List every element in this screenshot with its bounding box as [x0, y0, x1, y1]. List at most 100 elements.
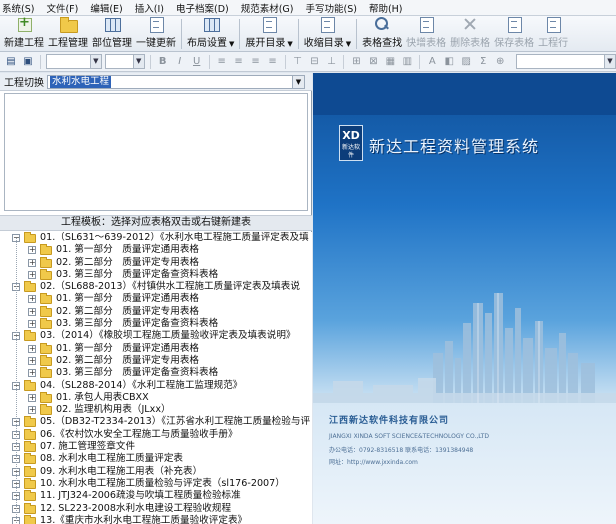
- italic-icon[interactable]: I: [173, 55, 187, 69]
- expand-toggle-icon[interactable]: +: [28, 369, 36, 378]
- menu-handwriting[interactable]: 手写功能(S): [300, 1, 363, 15]
- expand-toggle-icon[interactable]: +: [28, 246, 36, 255]
- tree-group-row[interactable]: −06.《农村饮水安全工程施工与质量验收手册》: [0, 428, 312, 441]
- table-search-button[interactable]: 表格查找: [360, 17, 404, 51]
- dept-manage-button[interactable]: 部位管理: [90, 17, 134, 51]
- menu-spec-material[interactable]: 规范素材(G): [235, 1, 300, 15]
- project-switch-select[interactable]: 水利水电工程 ▼: [47, 74, 305, 89]
- save-table-button[interactable]: 保存表格: [492, 17, 536, 51]
- expand-dir-button[interactable]: 展开目录 ▼: [243, 17, 294, 51]
- project-line-button[interactable]: 工程行: [536, 17, 570, 51]
- project-manage-button[interactable]: 工程管理: [46, 17, 90, 51]
- tree-item-row[interactable]: +01. 第一部分 质量评定通用表格: [0, 244, 312, 256]
- tree-item-row[interactable]: +02. 第二部分 质量评定专用表格: [0, 305, 312, 318]
- merge-cells-icon[interactable]: ⊞: [349, 55, 363, 69]
- tree-group-row[interactable]: −12. SL223-2008水利水电建设工程验收规程: [0, 502, 312, 515]
- valign-bottom-icon[interactable]: ⊥: [324, 55, 338, 69]
- tree-node-label: 02. 监理机构用表（JLxx）: [56, 404, 171, 416]
- align-center-icon[interactable]: ≡: [232, 55, 246, 69]
- tree-node-label: 05.（DB32-T2334-2013）《江苏省水利工程施工质量检验与评: [40, 416, 311, 428]
- tree-item-row[interactable]: +01. 承包人用表CBXX: [0, 391, 312, 404]
- tree-group-row[interactable]: −11. JTJ324-2006疏浚与吹填工程质量检验标准: [0, 490, 312, 502]
- collapse-dir-button[interactable]: 收缩目录 ▼: [302, 17, 353, 51]
- expand-toggle-icon[interactable]: +: [28, 393, 36, 402]
- expand-toggle-icon[interactable]: +: [28, 320, 36, 329]
- delete-table-button[interactable]: 删除表格: [448, 17, 492, 51]
- align-right-icon[interactable]: ≡: [249, 55, 263, 69]
- cell-format-icon[interactable]: ▥: [400, 55, 414, 69]
- tree-group-row[interactable]: −10. 水利水电工程施工质量检验与评定表（sl176-2007）: [0, 477, 312, 490]
- tree-item-row[interactable]: +02. 第二部分 质量评定专用表格: [0, 354, 312, 367]
- formula-icon[interactable]: Σ: [476, 55, 490, 69]
- tree-group-row[interactable]: −03.（2014）《橡胶坝工程施工质量验收评定表及填表说明》: [0, 330, 312, 342]
- folder-icon: [40, 318, 52, 330]
- tree-group-row[interactable]: −05.（DB32-T2334-2013）《江苏省水利工程施工质量检验与评: [0, 416, 312, 428]
- tree-group-row[interactable]: −02.（SL688-2013）《村镇供水工程施工质量评定表及填表说: [0, 281, 312, 293]
- new-project-button[interactable]: 新建工程: [2, 15, 46, 51]
- tree-item-row[interactable]: +02. 监理机构用表（JLxx）: [0, 404, 312, 416]
- font-color-icon[interactable]: A: [425, 55, 439, 69]
- zoom-icon[interactable]: ⊕: [493, 55, 507, 69]
- align-left-icon[interactable]: ≡: [215, 55, 229, 69]
- chevron-down-icon: ▼: [603, 55, 615, 68]
- border-icon[interactable]: ▦: [383, 55, 397, 69]
- folder-icon: [24, 379, 36, 391]
- menu-system[interactable]: 系统(S): [0, 1, 40, 15]
- tree-group-row[interactable]: −09. 水利水电工程施工用表（补充表）: [0, 465, 312, 478]
- folder-icon: [24, 502, 36, 514]
- tree-node-label: 03.（2014）《橡胶坝工程施工质量验收评定表及填表说明》: [40, 330, 296, 342]
- chevron-down-icon[interactable]: ▼: [292, 75, 304, 88]
- tree-item-row[interactable]: +03. 第三部分 质量评定备查资料表格: [0, 367, 312, 379]
- folder-icon: [40, 244, 52, 256]
- tree-item-row[interactable]: +03. 第三部分 质量评定备查资料表格: [0, 268, 312, 281]
- image-icon[interactable]: ▨: [459, 55, 473, 69]
- tree-group-row[interactable]: −04.（SL288-2014）《水利工程施工监理规范》: [0, 379, 312, 392]
- menu-bar: 系统(S) 文件(F) 编辑(E) 插入(I) 电子档案(D) 规范素材(G) …: [0, 0, 616, 16]
- expand-toggle-icon[interactable]: +: [28, 344, 36, 353]
- splash-panel: XD 新达软件 新达工程资料管理系统 江西新达软件科技有限公司 JIANGXI …: [313, 73, 616, 524]
- expand-toggle-icon[interactable]: +: [28, 258, 36, 267]
- fill-color-icon[interactable]: ◧: [442, 55, 456, 69]
- folder-icon: [40, 367, 52, 379]
- tree-item-row[interactable]: +01. 第一部分 质量评定通用表格: [0, 293, 312, 305]
- tree-group-row[interactable]: −07. 施工管理签章文件: [0, 441, 312, 453]
- expand-toggle-icon[interactable]: +: [28, 270, 36, 279]
- expand-toggle-icon[interactable]: +: [28, 295, 36, 304]
- font-name-select[interactable]: ▼: [45, 54, 102, 69]
- tree-item-row[interactable]: +03. 第三部分 质量评定备查资料表格: [0, 318, 312, 330]
- quick-add-button[interactable]: 快增表格: [404, 17, 448, 51]
- layout-settings-button[interactable]: 布局设置 ▼: [185, 17, 236, 51]
- template-tree: −01.（SL631～639-2012）《水利水电工程施工质量评定表及填 +01.…: [0, 232, 312, 524]
- new-doc-icon[interactable]: ▤: [4, 55, 18, 69]
- tree-node-label: 03. 第三部分 质量评定备查资料表格: [56, 318, 219, 330]
- splash-footer: 江西新达软件科技有限公司 JIANGXI XINDA SOFT SCIENCE&…: [313, 403, 616, 524]
- tree-group-row[interactable]: −01.（SL631～639-2012）《水利水电工程施工质量评定表及填: [0, 232, 312, 244]
- zoom-select[interactable]: ▼: [516, 54, 616, 69]
- one-key-update-button[interactable]: 一键更新: [134, 17, 178, 51]
- project-notes-area[interactable]: [4, 93, 308, 211]
- tree-item-row[interactable]: +02. 第二部分 质量评定专用表格: [0, 256, 312, 269]
- bold-icon[interactable]: B: [156, 55, 170, 69]
- underline-icon[interactable]: U: [190, 55, 204, 69]
- menu-help[interactable]: 帮助(H): [363, 1, 409, 15]
- expand-toggle-icon[interactable]: +: [28, 356, 36, 365]
- menu-edit[interactable]: 编辑(E): [84, 1, 128, 15]
- expand-toggle-icon[interactable]: +: [28, 307, 36, 316]
- print-icon[interactable]: ▣: [21, 55, 35, 69]
- menu-e-archive[interactable]: 电子档案(D): [170, 1, 235, 15]
- tree-group-row[interactable]: −08. 水利水电工程施工质量评定表: [0, 453, 312, 465]
- menu-insert[interactable]: 插入(I): [129, 1, 170, 15]
- tree-item-row[interactable]: +01. 第一部分 质量评定通用表格: [0, 342, 312, 355]
- expand-toggle-icon[interactable]: +: [28, 406, 36, 415]
- font-size-select[interactable]: ▼: [104, 54, 145, 69]
- new-project-icon: [16, 15, 32, 32]
- valign-middle-icon[interactable]: ⊟: [308, 55, 322, 69]
- tree-node-label: 01. 第一部分 质量评定通用表格: [56, 342, 200, 354]
- collapse-icon: [319, 17, 336, 33]
- align-justify-icon[interactable]: ≡: [266, 55, 280, 69]
- valign-top-icon[interactable]: ⊤: [291, 55, 305, 69]
- tree-group-row[interactable]: −13.《重庆市水利水电工程施工质量验收评定表》: [0, 514, 312, 524]
- split-cells-icon[interactable]: ⊠: [366, 55, 380, 69]
- save-icon: [506, 17, 523, 33]
- menu-file[interactable]: 文件(F): [40, 1, 84, 15]
